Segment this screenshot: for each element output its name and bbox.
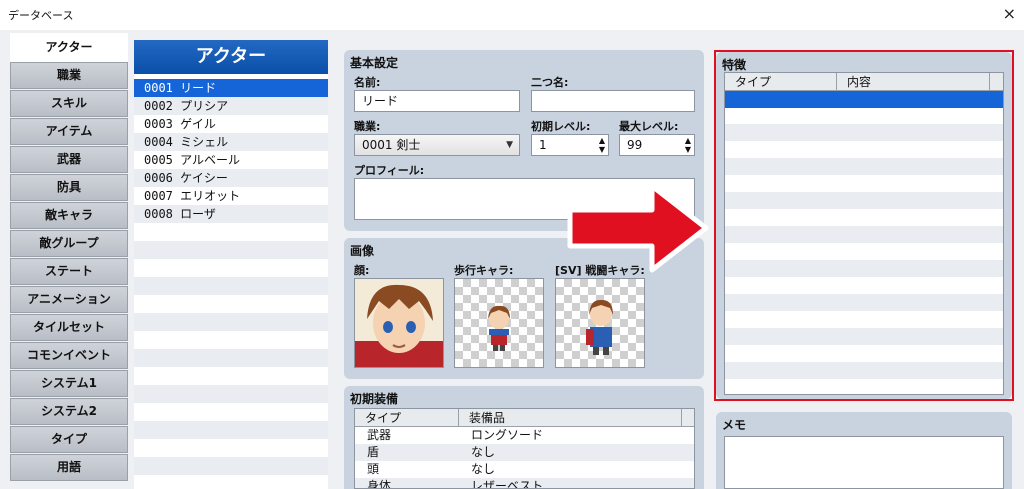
class-label: 職業:	[354, 120, 381, 133]
category-tabs: アクター 職業 スキル アイテム 武器 防具 敵キャラ 敵グループ ステート ア…	[10, 33, 128, 482]
class-select[interactable]: 0001 剣士 ▼	[354, 134, 520, 156]
table-row[interactable]: 盾 なし	[355, 444, 694, 461]
initial-level-value: 1	[539, 138, 547, 152]
title-bar: データベース ×	[0, 0, 1024, 30]
battler-sprite-icon	[586, 299, 613, 355]
walk-image[interactable]	[454, 278, 544, 368]
tab-states[interactable]: ステート	[10, 258, 128, 285]
face-image[interactable]	[354, 278, 444, 368]
list-item[interactable]: 0008 ローザ	[134, 205, 328, 223]
window-title: データベース	[8, 9, 74, 22]
equip-item: ロングソード	[471, 428, 544, 442]
list-item[interactable]: 0002 プリシア	[134, 97, 328, 115]
equip-item: レザーベスト	[471, 479, 544, 489]
table-row[interactable]: 頭 なし	[355, 461, 694, 478]
tab-tilesets[interactable]: タイルセット	[10, 314, 128, 341]
actor-list: アクター 0001 リード 0002 プリシア 0003 ゲイル 0004 ミシ…	[134, 40, 328, 489]
equip-type: 盾	[367, 445, 380, 459]
profile-label: プロフィール:	[354, 164, 425, 177]
name-field[interactable]: リード	[354, 90, 520, 112]
max-level-label: 最大レベル:	[619, 120, 679, 133]
tab-enemies[interactable]: 敵キャラ	[10, 202, 128, 229]
tab-troops[interactable]: 敵グループ	[10, 230, 128, 257]
chevron-down-icon: ▼	[506, 140, 513, 150]
tab-skills[interactable]: スキル	[10, 90, 128, 117]
walk-sprite-icon	[488, 305, 510, 351]
tab-items[interactable]: アイテム	[10, 118, 128, 145]
face-portrait-icon	[355, 284, 443, 367]
battler-image[interactable]	[555, 278, 645, 368]
face-label: 顔:	[354, 264, 370, 277]
spin-arrows-icon[interactable]: ▲ ▼	[599, 136, 605, 154]
max-level-value: 99	[627, 138, 643, 152]
table-row[interactable]: 身体 レザーベスト	[355, 478, 694, 489]
initial-level-stepper[interactable]: 1 ▲ ▼	[531, 134, 609, 156]
initial-level-label: 初期レベル:	[531, 120, 591, 133]
tab-animations[interactable]: アニメーション	[10, 286, 128, 313]
tab-common-events[interactable]: コモンイベント	[10, 342, 128, 369]
equip-type: 武器	[367, 428, 392, 442]
class-value: 0001 剣士	[362, 138, 421, 152]
equip-item: なし	[471, 462, 496, 476]
list-item[interactable]: 0006 ケイシー	[134, 169, 328, 187]
spin-arrows-icon[interactable]: ▲ ▼	[685, 136, 691, 154]
tab-weapons[interactable]: 武器	[10, 146, 128, 173]
tab-types[interactable]: タイプ	[10, 426, 128, 453]
nickname-label: 二つ名:	[531, 76, 569, 89]
highlight-frame	[714, 50, 1014, 401]
equipment-table-header: タイプ 装備品	[355, 409, 694, 427]
max-level-stepper[interactable]: 99 ▲ ▼	[619, 134, 695, 156]
name-label: 名前:	[354, 76, 381, 89]
walk-label: 歩行キャラ:	[454, 264, 514, 277]
tab-terms[interactable]: 用語	[10, 454, 128, 481]
memo-title: メモ	[722, 418, 747, 432]
column-header-item[interactable]: 装備品	[459, 409, 682, 427]
memo-field[interactable]	[724, 436, 1004, 489]
memo-panel: メモ	[716, 412, 1012, 489]
list-item[interactable]: 0007 エリオット	[134, 187, 328, 205]
list-item[interactable]: 0001 リード	[134, 79, 328, 97]
equipment-table: タイプ 装備品 武器 ロングソード 盾 なし 頭 なし 身体 レザーベスト	[354, 408, 695, 489]
tab-actors[interactable]: アクター	[10, 33, 128, 62]
tab-armors[interactable]: 防具	[10, 174, 128, 201]
actor-list-header[interactable]: アクター	[134, 40, 328, 74]
equip-item: なし	[471, 445, 496, 459]
close-icon[interactable]: ×	[1003, 4, 1016, 23]
tab-classes[interactable]: 職業	[10, 62, 128, 89]
basic-settings-title: 基本設定	[350, 56, 399, 70]
equipment-title: 初期装備	[350, 392, 399, 406]
tab-system1[interactable]: システム1	[10, 370, 128, 397]
equip-type: 頭	[367, 462, 380, 476]
equipment-panel: 初期装備 タイプ 装備品 武器 ロングソード 盾 なし 頭 なし 身体 レザーベ…	[344, 386, 704, 489]
table-row[interactable]: 武器 ロングソード	[355, 427, 694, 444]
arrow-right-icon	[567, 183, 709, 273]
images-title: 画像	[350, 244, 375, 258]
list-item[interactable]: 0003 ゲイル	[134, 115, 328, 133]
list-item[interactable]: 0004 ミシェル	[134, 133, 328, 151]
nickname-field[interactable]	[531, 90, 695, 112]
list-item[interactable]: 0005 アルベール	[134, 151, 328, 169]
equip-type: 身体	[367, 479, 392, 489]
column-header-type[interactable]: タイプ	[355, 409, 459, 427]
actor-list-body: 0001 リード 0002 プリシア 0003 ゲイル 0004 ミシェル 00…	[134, 79, 328, 489]
tab-system2[interactable]: システム2	[10, 398, 128, 425]
